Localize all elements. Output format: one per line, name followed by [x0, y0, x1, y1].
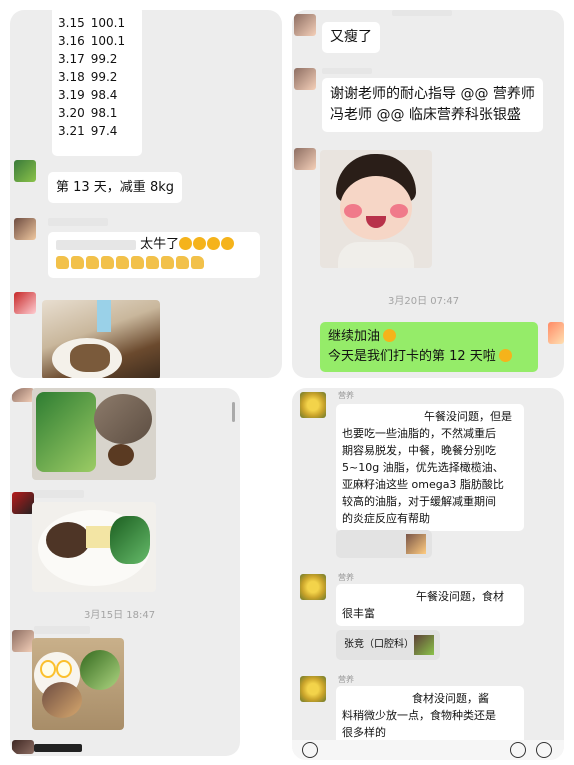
- quoted-thumbnail: [414, 635, 434, 655]
- blurred-name: [48, 218, 108, 226]
- body: [338, 242, 414, 268]
- voice-icon[interactable]: [302, 742, 318, 758]
- egg: [108, 444, 134, 466]
- meat: [94, 394, 152, 444]
- table-row: 3.18 99.2: [58, 70, 118, 84]
- user-avatar[interactable]: [12, 492, 34, 514]
- greens: [110, 516, 150, 564]
- thanks-line-2: 冯老师 @@ 临床营养科张银盛: [330, 107, 521, 123]
- thumbs-up-icon: [161, 256, 174, 269]
- table-row: 3.21 97.4: [58, 124, 118, 138]
- thumbs-up-icon: [131, 256, 144, 269]
- egg: [56, 660, 72, 678]
- user-avatar[interactable]: [294, 68, 316, 90]
- blurred-name: [322, 68, 372, 74]
- user-avatar[interactable]: [12, 388, 34, 402]
- user-avatar[interactable]: [294, 14, 316, 36]
- user-avatar[interactable]: [12, 630, 34, 652]
- blurred-name: [34, 490, 84, 498]
- table-row: 3.16 100.1: [58, 34, 126, 48]
- thumbs-up-icon: [191, 256, 204, 269]
- day13-message[interactable]: 第 13 天，减重 8kg: [48, 172, 182, 203]
- thumbs-up-icon: [86, 256, 99, 269]
- input-bar: [292, 740, 564, 760]
- thumbs-up-icon: [176, 256, 189, 269]
- timestamp: 3月20日 07:47: [388, 296, 460, 307]
- scrollbar[interactable]: [232, 402, 235, 422]
- nutritionist-avatar[interactable]: [300, 676, 326, 702]
- user-avatar[interactable]: [12, 740, 34, 754]
- chat-panel-weight-log: 3.15 100.1 3.16 100.1 3.17 99.2 3.18 99.2 3.…: [10, 10, 282, 378]
- greens: [36, 392, 96, 472]
- more-icon[interactable]: [536, 742, 552, 758]
- blurred-name: [34, 744, 82, 752]
- blurred-header: [392, 10, 452, 16]
- nutritionist-reply-2[interactable]: 午餐没问题，食材 很丰富: [336, 584, 524, 626]
- table-row: 3.17 99.2: [58, 52, 118, 66]
- table-row: 3.20 98.1: [58, 106, 118, 120]
- baby-sticker-image[interactable]: [320, 150, 432, 268]
- sender-name: 营养: [338, 391, 354, 400]
- user-avatar[interactable]: [14, 292, 36, 314]
- praise-message[interactable]: 太牛了: [48, 232, 260, 278]
- weight-table: 3.15 100.1 3.16 100.1 3.17 99.2 3.18 99.2 3.…: [58, 14, 131, 140]
- sender-name: 营养: [338, 675, 354, 684]
- thanks-line-1: 谢谢老师的耐心指导 @@ 营养师: [330, 86, 535, 102]
- nutritionist-avatar[interactable]: [300, 574, 326, 600]
- meat: [46, 522, 90, 558]
- thumbs-up-icon: [146, 256, 159, 269]
- meal-photo-vegetables[interactable]: [32, 388, 156, 480]
- reply-keep-going[interactable]: 继续加油 今天是我们打卡的第 12 天啦: [320, 322, 538, 372]
- user-avatar[interactable]: [14, 218, 36, 240]
- timestamp: 3月15日 18:47: [84, 610, 156, 621]
- weight-log-bubble: 3.15 100.1 3.16 100.1 3.17 99.2 3.18 99.2 3.…: [52, 10, 142, 156]
- thumbs-up-icon: [116, 256, 129, 269]
- egg: [40, 660, 56, 678]
- chat-panel-progress: 又瘦了 谢谢老师的耐心指导 @@ 营养师 冯老师 @@ 临床营养科张银盛 3月2…: [292, 10, 564, 378]
- drink-carton: [97, 300, 111, 332]
- face-emoji-icon: [498, 349, 512, 362]
- blurred-name: [34, 626, 90, 634]
- table-row: 3.15 100.1: [58, 16, 126, 30]
- face-emoji-icon: [179, 237, 193, 250]
- nutritionist-reply-3[interactable]: 食材没问题，酱 料稍微少放一点，食物种类还是 很多样的: [336, 686, 524, 745]
- quoted-image-2[interactable]: 张竞（口腔科）:: [336, 630, 440, 660]
- user-avatar[interactable]: [294, 148, 316, 170]
- meal-photo-eggs[interactable]: [32, 638, 124, 730]
- emoji-icon[interactable]: [510, 742, 526, 758]
- user-avatar[interactable]: [14, 160, 36, 182]
- face-emoji-icon: [383, 329, 397, 342]
- nutritionist-reply-1[interactable]: 午餐没问题，但是 也要吃一些油脂的，不然减重后 期容易脱发，中餐，晚餐分别吃 5…: [336, 404, 524, 531]
- meal-photo-lunch[interactable]: [32, 502, 156, 592]
- quoted-image-1[interactable]: [336, 530, 432, 558]
- face-emoji-icon: [193, 237, 207, 250]
- food: [70, 344, 110, 372]
- message-thanks[interactable]: 谢谢老师的耐心指导 @@ 营养师 冯老师 @@ 临床营养科张银盛: [322, 78, 543, 132]
- thumbs-up-icon: [56, 256, 69, 269]
- greens: [80, 650, 120, 690]
- my-avatar[interactable]: [548, 322, 564, 344]
- meat: [42, 682, 82, 718]
- chat-panel-nutritionist: 营养 午餐没问题，但是 也要吃一些油脂的，不然减重后 期容易脱发，中餐，晚餐分别…: [292, 388, 564, 760]
- cheek: [390, 204, 408, 218]
- thumbs-up-icon: [71, 256, 84, 269]
- quote-label: 张竞（口腔科）:: [344, 639, 418, 650]
- message-lost-weight[interactable]: 又瘦了: [322, 22, 380, 53]
- meal-photo[interactable]: [42, 300, 160, 378]
- cheek: [344, 204, 362, 218]
- reply-line-1: 继续加油: [328, 329, 381, 344]
- table-row: 3.19 98.4: [58, 88, 118, 102]
- reply-line-2: 今天是我们打卡的第 12 天啦: [328, 349, 496, 364]
- praise-text: 太牛了: [140, 237, 180, 252]
- sender-name: 营养: [338, 573, 354, 582]
- face-emoji-icon: [207, 237, 221, 250]
- nutritionist-avatar[interactable]: [300, 392, 326, 418]
- face-emoji-icon: [221, 237, 235, 250]
- quoted-thumbnail: [406, 534, 426, 554]
- chat-panel-meals: 3月15日 18:47: [10, 388, 240, 756]
- thumbs-up-icon: [101, 256, 114, 269]
